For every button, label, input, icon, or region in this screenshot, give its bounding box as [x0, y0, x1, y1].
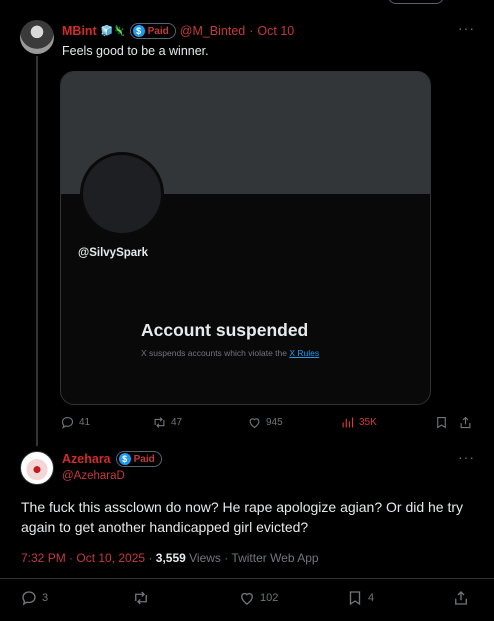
reply-count: 41	[79, 417, 91, 428]
post1-header: MBint 🧊🦎 $ Paid @M_Binted · Oct 10	[62, 23, 294, 39]
more-options-icon[interactable]: ···	[458, 449, 475, 465]
coin-icon: $	[118, 453, 131, 465]
paid-label: Paid	[133, 453, 155, 465]
bookmark-icon	[437, 416, 446, 429]
post2-views-count: 3,559	[155, 551, 186, 565]
post1-handle[interactable]: @M_Binted	[180, 24, 246, 38]
share-icon	[455, 591, 467, 605]
suspended-profile-avatar	[80, 152, 164, 236]
like-button[interactable]: 102	[238, 589, 278, 607]
share-button[interactable]	[458, 415, 473, 430]
post1-action-bar: 41 47 945 35K	[60, 415, 480, 433]
card-title: Account suspended	[141, 320, 309, 340]
views-chart-icon	[342, 417, 354, 428]
like-count: 945	[266, 417, 283, 428]
like-count: 102	[260, 592, 279, 604]
bookmark-count: 4	[368, 592, 375, 604]
post1-separator: ·	[249, 24, 254, 38]
bookmark-button[interactable]	[434, 415, 449, 430]
card-subtitle-text: X suspends accounts which violate the	[141, 348, 290, 358]
post2-views-label: Views	[189, 551, 221, 565]
post2-text: The fuck this assclown do now? He rape a…	[21, 499, 464, 535]
paid-badge: $ Paid	[129, 23, 176, 39]
more-options-icon[interactable]: ···	[458, 20, 475, 36]
heart-icon	[249, 418, 260, 429]
post1-text: Feels good to be a winner.	[62, 44, 209, 58]
post1-date[interactable]: Oct 10	[257, 24, 294, 38]
post2-action-bar: 3 102 4	[20, 589, 480, 609]
top-pill-button[interactable]	[388, 0, 444, 4]
repost-icon	[135, 591, 147, 605]
coin-icon: $	[132, 25, 145, 37]
share-icon	[460, 416, 471, 429]
share-button[interactable]	[452, 589, 470, 607]
post2-handle[interactable]: @AzeharaD	[62, 470, 125, 482]
post2-header: Azehara $ Paid	[62, 451, 162, 467]
views-button[interactable]: 35K	[340, 415, 377, 430]
reply-count: 3	[42, 592, 49, 604]
reply-button[interactable]: 41	[60, 415, 90, 430]
reply-icon	[22, 591, 36, 606]
paid-label: Paid	[147, 25, 169, 37]
heart-icon	[241, 592, 253, 605]
post1-display-name[interactable]: MBint	[62, 24, 97, 38]
bookmark-icon	[349, 591, 361, 606]
post2-source: · Twitter Web App	[224, 551, 319, 565]
paid-badge: $ Paid	[115, 451, 162, 467]
post2-display-name[interactable]: Azehara	[62, 452, 111, 466]
card-handle: @SilvySpark	[78, 247, 149, 259]
post2-meta: 7:32 PM · Oct 10, 2025 · 3,559 Views · T…	[21, 551, 319, 565]
meta-dot: ·	[148, 551, 153, 565]
avatar-azehara[interactable]	[20, 451, 54, 485]
repost-count: 47	[171, 417, 183, 428]
thread-connector-line	[36, 56, 38, 446]
repost-button[interactable]	[132, 589, 150, 607]
suspended-account-card[interactable]: @SilvySpark Account suspended X suspends…	[60, 71, 431, 405]
bookmark-button[interactable]: 4	[346, 589, 374, 607]
avatar-mbint[interactable]	[20, 20, 54, 54]
views-count: 35K	[359, 417, 377, 428]
post1-emoji-badges: 🧊🦎	[100, 25, 126, 37]
repost-button[interactable]: 47	[152, 415, 182, 430]
x-rules-link[interactable]: X Rules	[289, 348, 319, 358]
divider	[0, 578, 494, 579]
repost-icon	[154, 417, 165, 428]
like-button[interactable]: 945	[247, 415, 283, 430]
post2-timestamp[interactable]: 7:32 PM · Oct 10, 2025	[21, 551, 145, 565]
card-subtitle: X suspends accounts which violate the X …	[141, 348, 319, 358]
reply-icon	[61, 416, 74, 429]
reply-button[interactable]: 3	[20, 589, 48, 607]
